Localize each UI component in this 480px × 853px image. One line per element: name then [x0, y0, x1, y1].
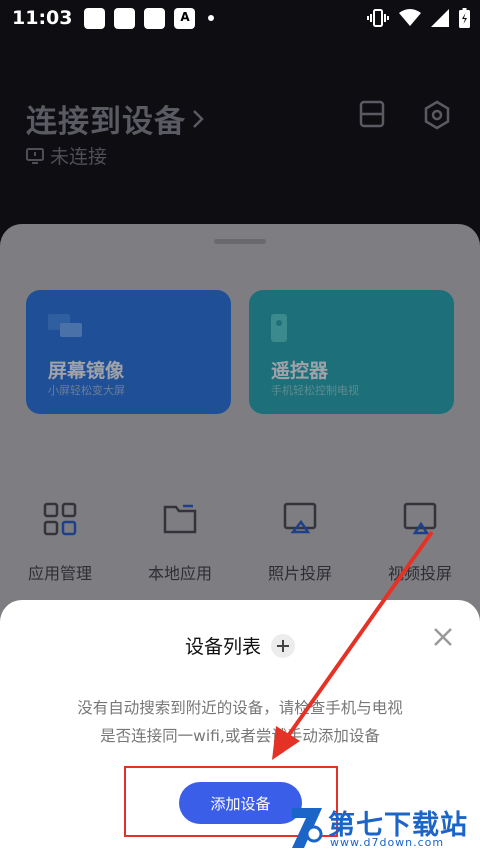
screen-mirror-card[interactable]: 屏幕镜像 小屏轻松变大屏	[26, 290, 231, 414]
connect-device-link[interactable]: 连接到设备	[26, 96, 204, 141]
add-device-plus-button[interactable]	[271, 633, 295, 658]
card-title: 屏幕镜像	[48, 360, 125, 382]
close-icon[interactable]	[432, 626, 454, 648]
scan-icon[interactable]	[359, 100, 385, 128]
wifi-icon	[399, 9, 421, 26]
chevron-right-icon	[193, 109, 204, 128]
drag-handle[interactable]	[214, 239, 266, 244]
no-device-message: 没有自动搜索到附近的设备，请检查手机与电视 是否连接同一wifi,或者尝试手动添…	[40, 694, 440, 750]
settings-icon[interactable]	[423, 100, 451, 130]
plus-icon	[277, 639, 289, 652]
card-subtitle: 小屏轻松变大屏	[48, 384, 125, 397]
app-shortcuts: 应用管理 本地应用 照片投屏 视频投屏	[0, 502, 480, 584]
message-line: 没有自动搜索到附近的设备，请检查手机与电视	[77, 699, 403, 717]
app-label: 应用管理	[27, 564, 92, 583]
battery-charging-icon	[459, 8, 470, 28]
watermark-logo	[292, 808, 323, 848]
notification-icon	[114, 7, 136, 29]
video-cast-button[interactable]: 视频投屏	[360, 502, 480, 584]
remote-control-card[interactable]: 遥控器 手机轻松控制电视	[249, 290, 454, 414]
keyboard-notification-icon	[174, 7, 196, 29]
tv-disconnected-icon	[26, 147, 44, 164]
app-label: 视频投屏	[387, 564, 452, 583]
card-subtitle: 手机轻松控制电视	[271, 384, 359, 397]
app-grid-icon	[43, 502, 77, 536]
vibrate-icon	[367, 9, 389, 27]
system-icons	[367, 8, 470, 28]
header: 连接到设备 未连接	[0, 36, 480, 236]
video-cast-icon	[403, 502, 437, 535]
page-title: 连接到设备	[26, 104, 186, 140]
card-title: 遥控器	[271, 360, 329, 382]
message-line: 是否连接同一wifi,或者尝试手动添加设备	[100, 727, 380, 745]
watermark-url: www.d7down.com	[330, 836, 445, 849]
notification-icon	[144, 7, 166, 29]
sheet-header: 设备列表	[0, 632, 480, 659]
status-time: 11:03	[12, 7, 73, 29]
screen-mirror-icon	[48, 314, 82, 337]
app-label: 本地应用	[147, 564, 212, 583]
connection-status: 未连接	[26, 142, 107, 169]
photo-cast-button[interactable]: 照片投屏	[240, 502, 360, 584]
notification-icon	[84, 7, 106, 29]
folder-icon	[163, 504, 197, 534]
photo-cast-icon	[283, 502, 317, 534]
status-bar: 11:03	[0, 0, 480, 36]
connection-status-text: 未连接	[50, 146, 108, 168]
sheet-title: 设备列表	[184, 636, 261, 658]
app-label: 照片投屏	[267, 564, 332, 583]
app-management-button[interactable]: 应用管理	[0, 502, 120, 584]
remote-control-icon	[271, 314, 287, 342]
signal-icon	[431, 9, 449, 27]
notification-icons	[84, 7, 215, 29]
local-apps-button[interactable]: 本地应用	[120, 502, 240, 584]
watermark: 第七下载站 www.d7down.com	[286, 800, 480, 853]
more-notifications-dot-icon	[208, 15, 215, 21]
